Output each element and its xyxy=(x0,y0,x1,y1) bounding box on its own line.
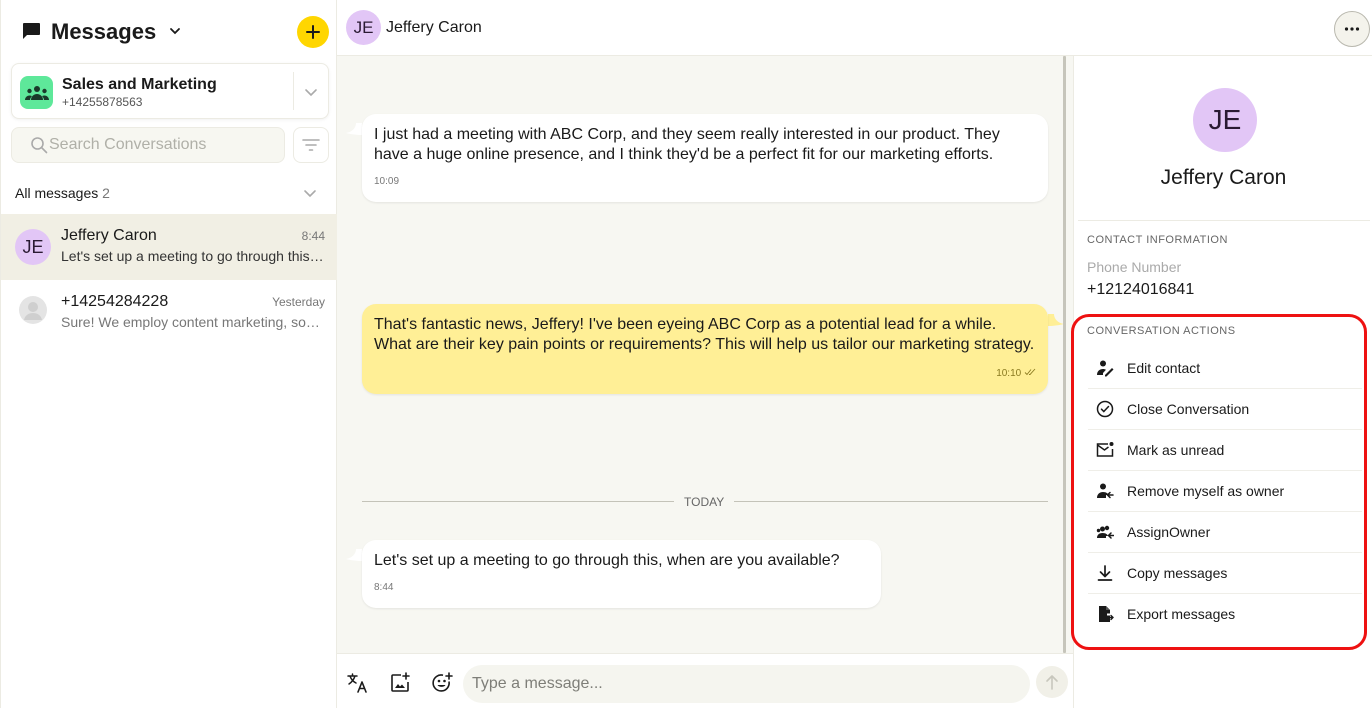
user-placeholder-icon xyxy=(24,302,42,320)
chevron-down-icon[interactable] xyxy=(303,186,317,200)
message-composer xyxy=(337,653,1073,708)
new-conversation-button[interactable] xyxy=(297,16,329,48)
contact-avatar: JE xyxy=(1193,88,1257,152)
inbox-phone: +14255878563 xyxy=(62,95,143,109)
message-time: 10:10 xyxy=(996,368,1022,379)
translate-icon[interactable] xyxy=(346,671,370,695)
conversation-preview: Sure! We employ content marketing, socia… xyxy=(61,314,325,330)
action-label: Export messages xyxy=(1127,606,1236,622)
divider xyxy=(734,501,1048,502)
all-messages-count: 2 xyxy=(102,185,110,201)
ellipsis-icon xyxy=(1344,27,1360,31)
action-close-conversation[interactable]: Close Conversation xyxy=(1088,389,1362,430)
bubble-tail xyxy=(1048,314,1064,326)
message-bubble-icon xyxy=(23,23,40,39)
chevron-down-icon[interactable] xyxy=(304,85,318,99)
double-check-icon xyxy=(1024,368,1036,376)
message-time-status: 10:10 xyxy=(374,364,1036,384)
action-assign-owner[interactable]: AssignOwner xyxy=(1088,512,1362,553)
conversation-item[interactable]: JE Jeffery Caron 8:44 Let's set up a mee… xyxy=(1,214,337,280)
filter-button[interactable] xyxy=(293,127,329,163)
all-messages-label: All messages xyxy=(15,185,99,201)
message-text: That's fantastic news, Jeffery! I've bee… xyxy=(374,316,1035,353)
assign-owner-icon xyxy=(1096,525,1114,539)
search-input[interactable] xyxy=(49,136,269,154)
inbox-selector[interactable]: Sales and Marketing +14255878563 xyxy=(11,63,329,119)
filter-icon xyxy=(302,139,320,151)
message-time: 8:44 xyxy=(374,582,394,593)
scrollbar[interactable] xyxy=(1063,56,1066,653)
avatar[interactable]: JE xyxy=(346,10,381,45)
chevron-down-icon[interactable] xyxy=(168,24,182,38)
action-label: Edit contact xyxy=(1127,360,1201,376)
message-outgoing: That's fantastic news, Jeffery! I've bee… xyxy=(362,304,1048,394)
sidebar-title[interactable]: Messages xyxy=(51,19,156,45)
check-circle-icon xyxy=(1096,400,1114,418)
send-button[interactable] xyxy=(1036,666,1068,698)
action-label: Remove myself as owner xyxy=(1127,483,1285,499)
avatar xyxy=(19,296,47,324)
phone-number-label: Phone Number xyxy=(1087,259,1182,275)
message-incoming: Let's set up a meeting to go through thi… xyxy=(362,540,881,608)
action-label: Mark as unread xyxy=(1127,442,1225,458)
action-label: AssignOwner xyxy=(1127,524,1211,540)
message-incoming: I just had a meeting with ABC Corp, and … xyxy=(362,114,1048,202)
search-conversations xyxy=(11,127,285,163)
avatar: JE xyxy=(15,229,51,265)
action-mark-unread[interactable]: Mark as unread xyxy=(1088,430,1362,471)
conversation-name: Jeffery Caron xyxy=(61,227,157,244)
export-file-icon xyxy=(1099,606,1114,622)
divider xyxy=(1078,220,1370,221)
contact-name[interactable]: Jeffery Caron xyxy=(386,19,482,37)
search-icon xyxy=(31,137,48,154)
date-separator-label: TODAY xyxy=(684,495,725,509)
message-text: I just had a meeting with ABC Corp, and … xyxy=(374,126,1000,163)
conversation-name: +14254284228 xyxy=(61,293,169,310)
bubble-tail xyxy=(346,123,362,135)
divider xyxy=(293,72,294,110)
action-copy-messages[interactable]: Copy messages xyxy=(1088,553,1362,594)
message-input[interactable] xyxy=(463,665,1030,703)
action-label: Close Conversation xyxy=(1127,401,1250,417)
conversation-preview: Let's set up a meeting to go through thi… xyxy=(61,248,325,264)
contact-details-panel: JE Jeffery Caron CONTACT INFORMATION Pho… xyxy=(1071,56,1372,708)
action-export-messages[interactable]: Export messages xyxy=(1088,594,1362,635)
add-emoji-icon[interactable] xyxy=(430,671,454,695)
message-text: Let's set up a meeting to go through thi… xyxy=(374,552,840,569)
conversation-actions-heading: CONVERSATION ACTIONS xyxy=(1087,325,1236,337)
group-icon xyxy=(24,85,49,100)
all-messages-filter[interactable]: All messages 2 xyxy=(15,185,110,201)
conversation-item[interactable]: +14254284228 Yesterday Sure! We employ c… xyxy=(1,280,337,346)
conversation-time: Yesterday xyxy=(272,295,325,309)
chat-header: JE Jeffery Caron xyxy=(337,0,1372,56)
message-thread: I just had a meeting with ABC Corp, and … xyxy=(337,56,1073,653)
conversation-sidebar: Messages Sales and Marketing +1425587856… xyxy=(0,0,337,708)
add-image-icon[interactable] xyxy=(388,671,412,695)
date-separator: TODAY xyxy=(362,492,1048,510)
action-edit-contact[interactable]: Edit contact xyxy=(1088,348,1362,389)
action-remove-owner[interactable]: Remove myself as owner xyxy=(1088,471,1362,512)
message-input-wrapper xyxy=(463,665,1030,703)
conversation-time: 8:44 xyxy=(301,229,325,243)
phone-number-value: +12124016841 xyxy=(1087,281,1195,298)
remove-owner-icon xyxy=(1097,483,1114,499)
plus-icon xyxy=(306,25,320,39)
inbox-avatar xyxy=(20,76,53,109)
download-icon xyxy=(1097,565,1113,581)
inbox-name: Sales and Marketing xyxy=(62,76,217,93)
action-label: Copy messages xyxy=(1127,565,1228,581)
bubble-tail xyxy=(346,549,362,561)
contact-information-heading: CONTACT INFORMATION xyxy=(1087,234,1228,246)
mail-unread-icon xyxy=(1096,442,1114,457)
conversation-actions-list: Edit contact Close Conversation Mark as … xyxy=(1088,348,1362,635)
arrow-up-icon xyxy=(1046,675,1058,690)
divider xyxy=(362,501,674,502)
more-options-button[interactable] xyxy=(1334,11,1370,47)
message-time: 10:09 xyxy=(374,176,400,187)
edit-contact-icon xyxy=(1097,360,1114,377)
sidebar-header: Messages xyxy=(1,0,337,62)
contact-name: Jeffery Caron xyxy=(1160,166,1287,189)
